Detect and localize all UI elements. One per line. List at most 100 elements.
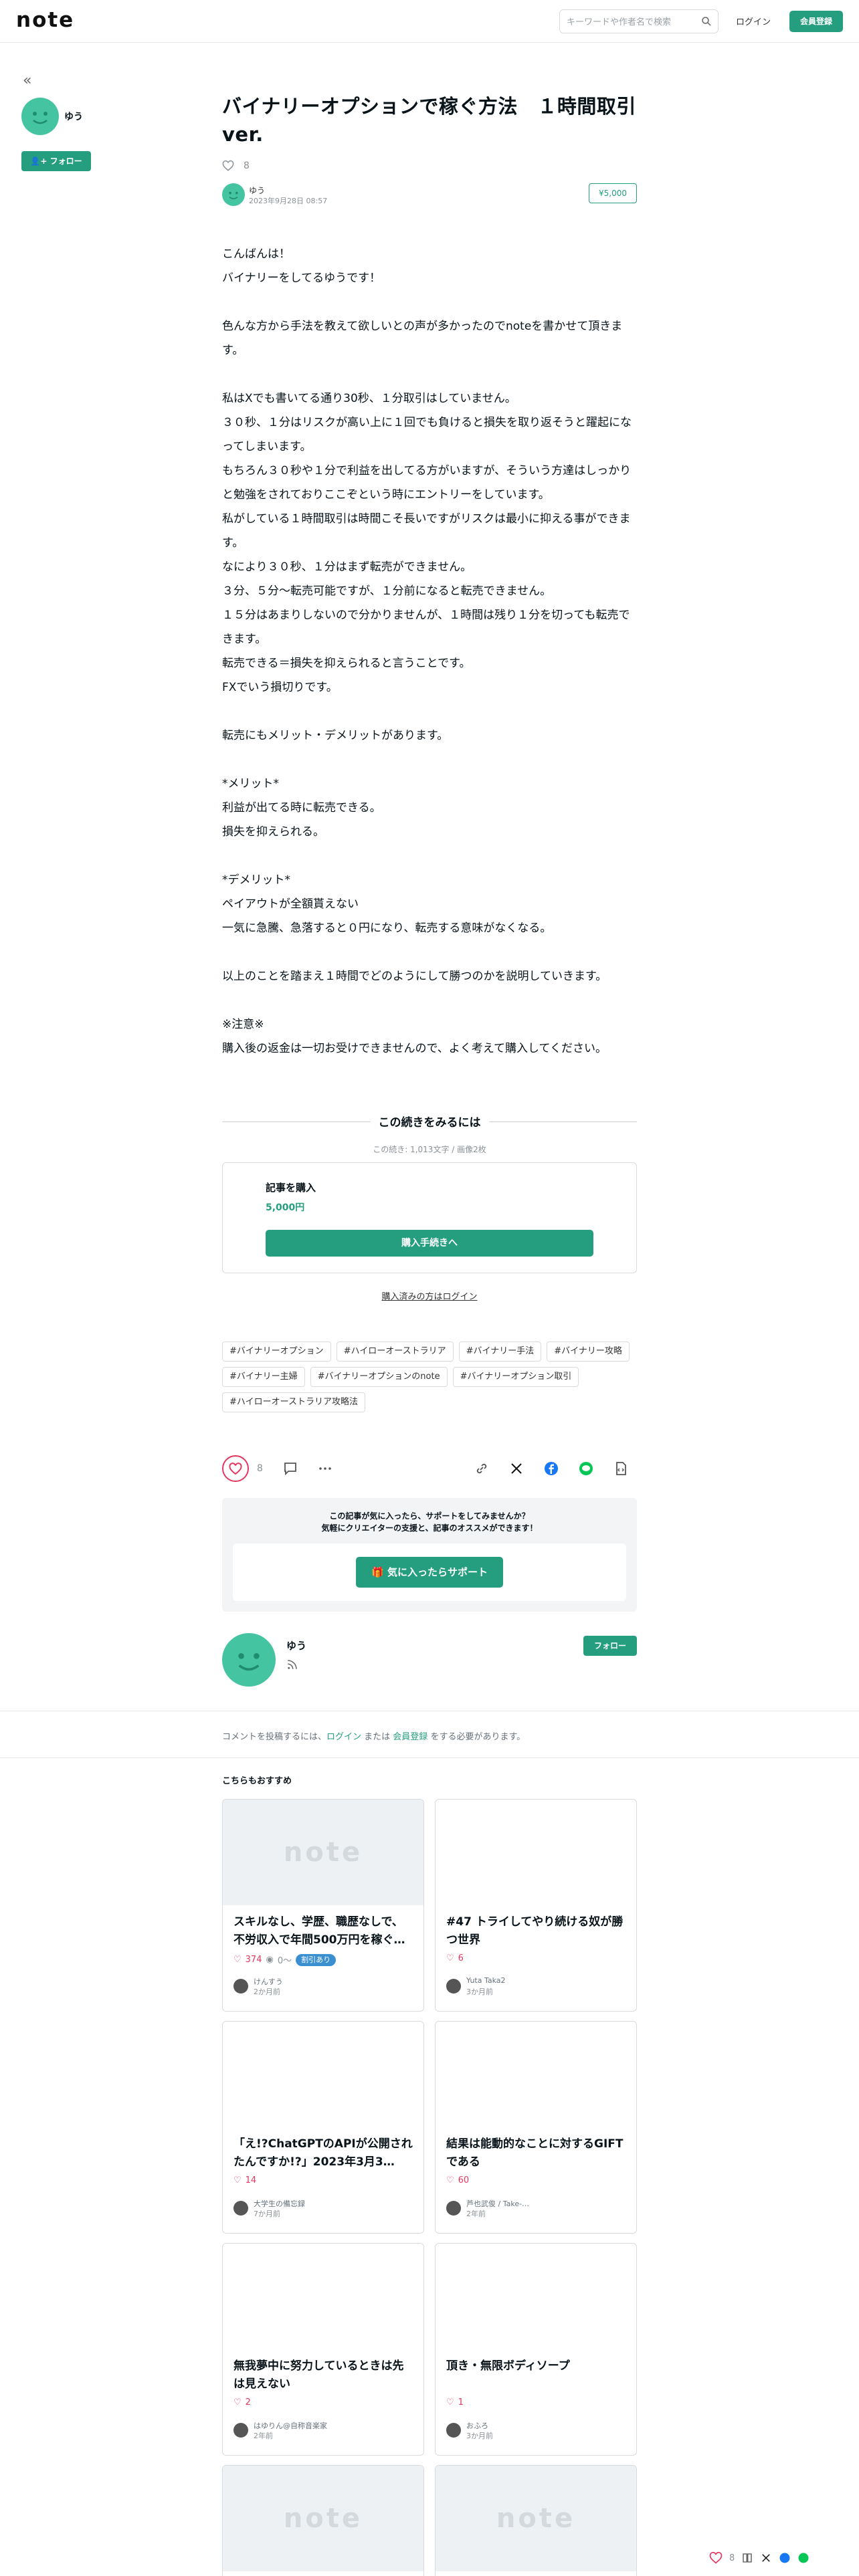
card-author-name: Yuta Taka2: [466, 1976, 506, 1985]
heart-icon[interactable]: ♡: [446, 1953, 454, 1963]
heart-icon[interactable]: ♡: [233, 2397, 242, 2407]
heart-icon[interactable]: [709, 2551, 723, 2565]
card-title[interactable]: 結果は能動的なことに対するGIFTである: [446, 2135, 627, 2171]
login-link[interactable]: ログイン: [736, 15, 771, 27]
article-paragraph: [222, 988, 637, 1012]
article-paragraph: [222, 748, 637, 772]
paywall-heading: この続きをみるには: [222, 1113, 637, 1130]
card-like-count: 60: [458, 2175, 470, 2185]
search-box[interactable]: [559, 9, 719, 33]
discount-badge: 割引あり: [296, 1953, 337, 1966]
heart-icon[interactable]: ♡: [233, 1955, 242, 1965]
hashtag[interactable]: #ハイローオーストラリア攻略法: [222, 1392, 365, 1412]
heart-icon[interactable]: ♡: [233, 2175, 242, 2185]
hashtag[interactable]: #バイナリー主婦: [222, 1367, 305, 1387]
recommend-card[interactable]: note: [435, 2465, 637, 2576]
x-share-icon[interactable]: [508, 1461, 524, 1477]
hashtag[interactable]: #ハイローオーストラリア: [336, 1341, 454, 1362]
recommend-card[interactable]: 「え!?ChatGPTのAPIが公開されたんですか!?」2023年3月3… ♡ 14…: [222, 2021, 424, 2234]
add-user-icon: 👤+: [30, 156, 50, 166]
article-paragraph: 転売できる＝損失を抑えられると言うことです。: [222, 657, 471, 670]
card-like-count: 374: [245, 1955, 262, 1965]
card-author-avatar: [233, 2423, 248, 2438]
search-input[interactable]: [567, 15, 694, 29]
hashtag[interactable]: #バイナリー攻略: [547, 1341, 630, 1362]
card-like-count: 14: [245, 2175, 257, 2185]
card-title[interactable]: 「え!?ChatGPTのAPIが公開されたんですか!?」2023年3月3…: [233, 2135, 414, 2171]
article-paragraph: 損失を抑えられる。: [222, 825, 324, 839]
card-author-avatar: [233, 2201, 248, 2216]
heart-icon[interactable]: [222, 160, 234, 172]
embed-icon[interactable]: [613, 1461, 629, 1477]
card-title[interactable]: #47 トライしてやり続ける奴が勝つ世界: [446, 1913, 627, 1949]
card-meta: ♡ 374 ◉ 0〜 割引あり: [233, 1953, 337, 1966]
signup-button[interactable]: 会員登録: [789, 11, 843, 32]
card-author-name: 芦也武俊 / Take-…: [466, 2199, 530, 2208]
recommend-card[interactable]: note: [222, 2465, 424, 2576]
facebook-icon[interactable]: [779, 2552, 791, 2564]
card-title[interactable]: 無我夢中に努力しているときは先は見えない: [233, 2357, 414, 2393]
sidebar-follow-button[interactable]: 👤+ フォロー: [21, 151, 91, 171]
sidebar-author-name[interactable]: ゆう: [64, 110, 83, 123]
recommend-card[interactable]: #47 トライしてやり続ける奴が勝つ世界 ♡ 6 Yuta Taka2 3か月前: [435, 1799, 637, 2012]
line-icon[interactable]: [578, 1461, 594, 1477]
author-avatar-small[interactable]: [222, 183, 245, 206]
support-box: この記事が気に入ったら、サポートをしてみませんか？ 気軽にクリエイターの支援と、…: [222, 1498, 637, 1612]
note-logo[interactable]: note: [16, 8, 74, 32]
magazine-icon[interactable]: [741, 2552, 753, 2564]
hashtag[interactable]: #バイナリー手法: [458, 1341, 542, 1362]
paywall-meta: この続き: 1,013文字 / 画像2枚: [373, 1145, 486, 1154]
comment-suffix: をする必要があります。: [427, 1732, 526, 1742]
search-icon[interactable]: [700, 15, 712, 27]
comment-prefix: コメントを投稿するには、: [222, 1732, 327, 1742]
recommend-card[interactable]: 無我夢中に努力しているときは先は見えない ♡ 2 はゆりん@自称音楽家 2年前: [222, 2243, 424, 2456]
author-name[interactable]: ゆう: [249, 185, 265, 196]
article-paragraph: 私はXでも書いてる通り30秒、１分取引はしていません。: [222, 392, 516, 405]
collapse-sidebar-icon[interactable]: «: [23, 72, 31, 89]
like-button[interactable]: [222, 1455, 249, 1482]
support-button[interactable]: 🎁 気に入ったらサポート: [356, 1557, 503, 1588]
card-thumbnail: note: [223, 2466, 423, 2571]
author-card-follow-button[interactable]: フォロー: [583, 1636, 637, 1656]
card-like-count: 6: [458, 1953, 464, 1963]
purchase-button[interactable]: 購入手続きへ: [266, 1230, 593, 1257]
smiley-avatar-icon: [33, 112, 47, 124]
card-meta: ♡ 6: [446, 1953, 464, 1963]
article-paragraph: ３分、５分〜転売可能ですが、１分前になると転売できません。: [222, 584, 552, 598]
article-action-bar: 8: [222, 1455, 637, 1485]
heart-icon[interactable]: ♡: [446, 2175, 454, 2185]
author-card-avatar[interactable]: [222, 1633, 276, 1687]
purchase-box: 記事を購入 5,000円 購入手続きへ: [222, 1162, 637, 1273]
hashtag[interactable]: #バイナリーオプションのnote: [310, 1367, 448, 1387]
author-card-name[interactable]: ゆう: [286, 1638, 306, 1652]
article-paragraph: [222, 362, 637, 387]
card-title[interactable]: スキルなし、学歴、職歴なしで、不労収入で年間500万円を稼ぐ…: [233, 1913, 414, 1949]
facebook-icon[interactable]: [543, 1461, 559, 1477]
recommend-card[interactable]: 頂き・無限ボディソープ ♡ 1 おふろ 3か月前: [435, 2243, 637, 2456]
support-button-label: 気に入ったらサポート: [387, 1566, 488, 1578]
card-title[interactable]: 頂き・無限ボディソープ: [446, 2357, 627, 2375]
rss-icon[interactable]: [286, 1658, 298, 1671]
recommend-card[interactable]: note スキルなし、学歴、職歴なしで、不労収入で年間500万円を稼ぐ… ♡ 374 ◉…: [222, 1799, 424, 2012]
author-avatar[interactable]: [21, 98, 59, 135]
line-icon[interactable]: [797, 2552, 809, 2564]
hashtag[interactable]: #バイナリーオプション取引: [452, 1367, 579, 1387]
card-time: 3か月前: [466, 1988, 493, 1996]
x-share-icon[interactable]: [760, 2552, 772, 2564]
heart-icon[interactable]: ♡: [446, 2397, 454, 2407]
comment-login-link[interactable]: ログイン: [326, 1732, 361, 1742]
support-text-2: 気軽にクリエイターの支援と、記事のオススメができます！: [321, 1523, 538, 1533]
hashtag[interactable]: #バイナリーオプション: [222, 1341, 331, 1362]
article-paragraph: ペイアウトが全額貰えない: [222, 897, 359, 911]
article-like-row: 8: [222, 158, 637, 174]
comment-icon[interactable]: [282, 1461, 298, 1477]
card-author-avatar: [446, 2201, 461, 2216]
paywall-title: この続きをみるには: [370, 1113, 489, 1130]
comment-signup-link[interactable]: 会員登録: [393, 1732, 427, 1742]
link-icon[interactable]: [474, 1461, 490, 1477]
recommend-card[interactable]: 結果は能動的なことに対するGIFTである ♡ 60 芦也武俊 / Take-… 2年前: [435, 2021, 637, 2234]
more-icon[interactable]: [317, 1461, 333, 1477]
purchased-login-link[interactable]: 購入済みの方はログイン: [222, 1289, 637, 1302]
gift-icon: 🎁: [371, 1566, 387, 1578]
smiley-avatar-icon: [238, 1653, 260, 1671]
